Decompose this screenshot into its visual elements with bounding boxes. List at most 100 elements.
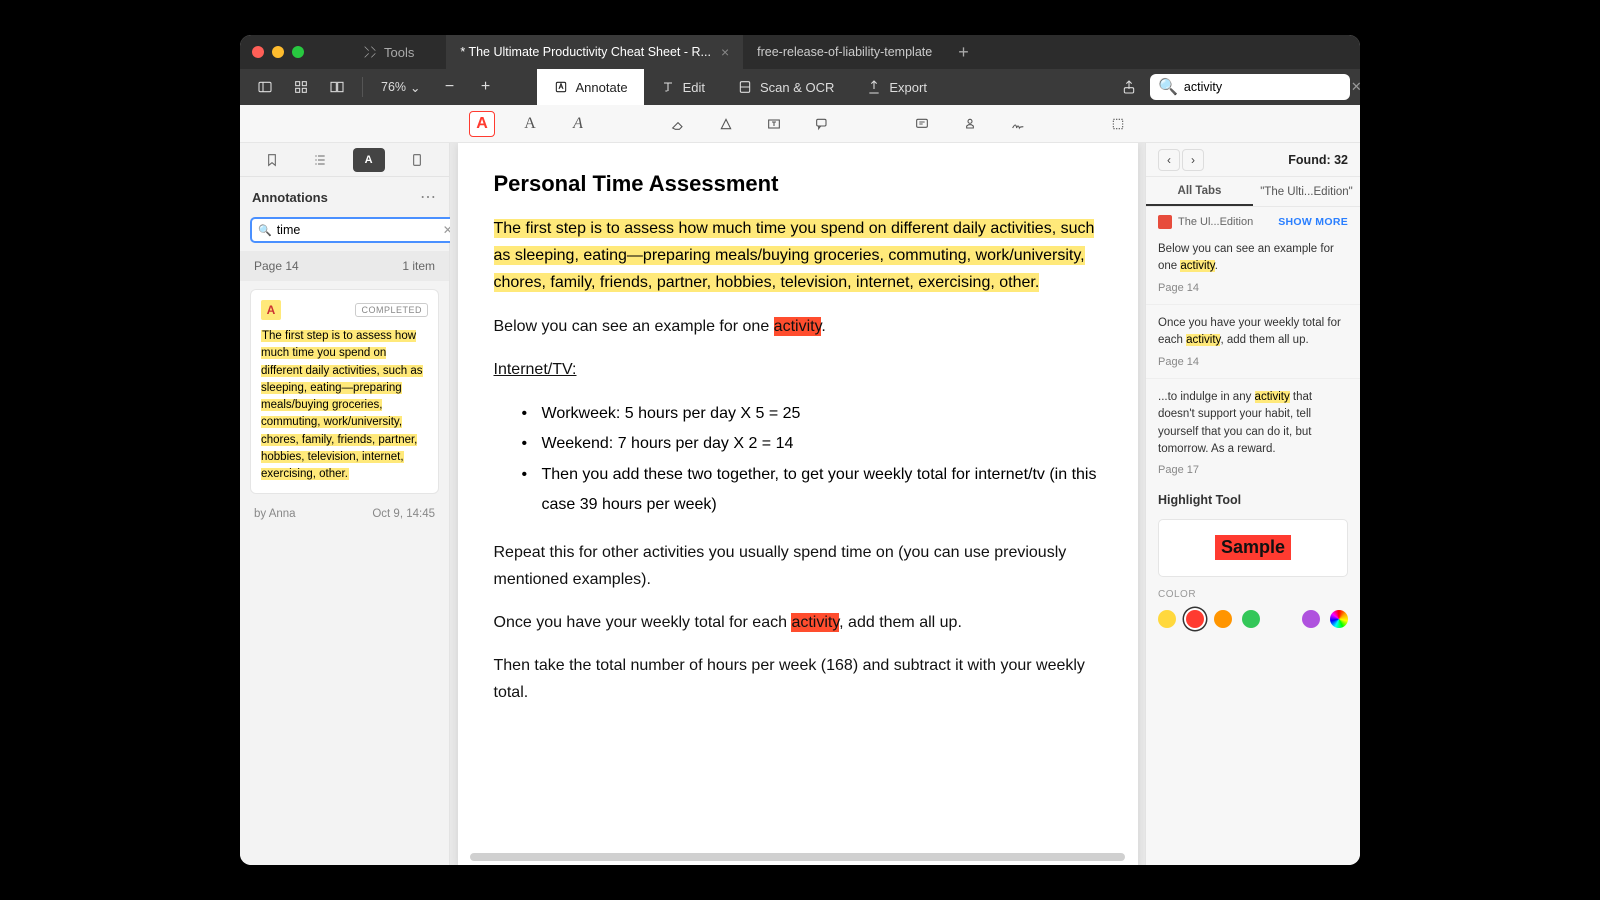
page-label: Page 14 xyxy=(254,259,299,273)
close-window-button[interactable] xyxy=(252,46,264,58)
annotations-title: Annotations xyxy=(252,190,328,205)
strikethrough-tool-button[interactable]: A xyxy=(565,111,591,137)
mode-edit[interactable]: Edit xyxy=(644,69,721,105)
annotation-excerpt: The first step is to assess how much tim… xyxy=(261,328,428,483)
color-swatch-purple[interactable] xyxy=(1302,610,1320,628)
annotation-toolbar: A A A xyxy=(240,105,1360,143)
tab-inactive[interactable]: free-release-of-liability-template xyxy=(743,35,946,69)
search-result[interactable]: ...to indulge in any activity that doesn… xyxy=(1146,383,1360,483)
tab-all-tabs[interactable]: All Tabs xyxy=(1146,177,1253,206)
annotate-icon xyxy=(553,79,569,95)
annotations-search[interactable]: 🔍 ✕ xyxy=(250,217,461,243)
outline-tab[interactable] xyxy=(304,148,336,172)
highlight-preview: Sample xyxy=(1158,519,1348,577)
share-button[interactable] xyxy=(1114,74,1144,100)
paragraph: The first step is to assess how much tim… xyxy=(494,215,1102,297)
pdf-icon xyxy=(1158,215,1172,229)
search-icon: 🔍 xyxy=(258,224,272,237)
color-picker-button[interactable] xyxy=(1330,610,1348,628)
signature-tool-button[interactable] xyxy=(1005,111,1031,137)
color-label: COLOR xyxy=(1146,587,1360,602)
mode-label: Scan & OCR xyxy=(760,80,834,95)
clear-search-icon[interactable]: ✕ xyxy=(1351,79,1360,95)
zoom-value: 76% xyxy=(381,80,406,94)
annotations-panel: A Annotations ⋯ 🔍 ✕ Page 14 1 item xyxy=(240,143,450,865)
global-search[interactable]: 🔍 ✕ xyxy=(1150,74,1350,100)
mode-label: Edit xyxy=(683,80,705,95)
annotations-search-input[interactable] xyxy=(277,223,438,237)
status-badge: COMPLETED xyxy=(355,303,428,317)
annotation-card[interactable]: A COMPLETED The first step is to assess … xyxy=(250,289,439,494)
note-tool-button[interactable] xyxy=(909,111,935,137)
highlight-tool-heading: Highlight Tool xyxy=(1146,483,1360,513)
textbox-tool-button[interactable] xyxy=(761,111,787,137)
prev-result-button[interactable]: ‹ xyxy=(1158,149,1180,171)
color-swatch-yellow[interactable] xyxy=(1158,610,1176,628)
annotation-date: Oct 9, 14:45 xyxy=(372,508,435,520)
subheading: Internet/TV: xyxy=(494,356,1102,383)
sidebar-toggle-button[interactable] xyxy=(250,74,280,100)
document-viewport[interactable]: Personal Time Assessment The first step … xyxy=(450,143,1145,865)
color-swatch-orange[interactable] xyxy=(1214,610,1232,628)
horizontal-scrollbar[interactable] xyxy=(470,853,1125,861)
titlebar: Tools * The Ultimate Productivity Cheat … xyxy=(240,35,1360,69)
result-page: Page 14 xyxy=(1158,354,1348,371)
underline-tool-button[interactable]: A xyxy=(517,111,543,137)
paragraph: Repeat this for other activities you usu… xyxy=(494,539,1102,593)
results-nav: ‹ › Found: 32 xyxy=(1146,143,1360,177)
tab-label: * The Ultimate Productivity Cheat Sheet … xyxy=(460,45,711,59)
mode-label: Annotate xyxy=(576,80,628,95)
mode-label: Export xyxy=(889,80,927,95)
result-page: Page 14 xyxy=(1158,280,1348,297)
export-icon xyxy=(866,79,882,95)
minimize-window-button[interactable] xyxy=(272,46,284,58)
search-result[interactable]: Once you have your weekly total for each… xyxy=(1146,309,1360,374)
eraser-tool-button[interactable] xyxy=(665,111,691,137)
stamp-tool-button[interactable] xyxy=(957,111,983,137)
select-tool-button[interactable] xyxy=(1105,111,1131,137)
thumbnails-tab[interactable] xyxy=(401,148,433,172)
list-item: Weekend: 7 hours per day X 2 = 14 xyxy=(522,429,1102,459)
maximize-window-button[interactable] xyxy=(292,46,304,58)
window-controls xyxy=(252,46,304,58)
app-window: Tools * The Ultimate Productivity Cheat … xyxy=(240,35,1360,865)
split-view-button[interactable] xyxy=(322,74,352,100)
tab-active[interactable]: * The Ultimate Productivity Cheat Sheet … xyxy=(446,35,743,69)
highlight-tool-button[interactable]: A xyxy=(469,111,495,137)
search-icon: 🔍 xyxy=(1158,77,1178,97)
search-result[interactable]: Below you can see an example for one act… xyxy=(1146,235,1360,300)
zoom-in-button[interactable]: + xyxy=(471,74,501,100)
color-swatch-red[interactable] xyxy=(1186,610,1204,628)
mode-export[interactable]: Export xyxy=(850,69,943,105)
annotations-search-row: 🔍 ✕ xyxy=(250,217,439,243)
annotations-header: Annotations ⋯ xyxy=(240,177,449,213)
page-group-header[interactable]: Page 14 1 item xyxy=(240,251,449,281)
highlight-badge-icon: A xyxy=(261,300,281,320)
tools-menu[interactable]: Tools xyxy=(362,44,414,60)
annotations-tab[interactable]: A xyxy=(353,148,385,172)
global-search-input[interactable] xyxy=(1184,80,1345,94)
zoom-dropdown[interactable]: 76%⌄ xyxy=(373,80,429,95)
color-swatch-green[interactable] xyxy=(1242,610,1260,628)
search-results-panel: ‹ › Found: 32 All Tabs "The Ulti...Editi… xyxy=(1145,143,1360,865)
tab-label: free-release-of-liability-template xyxy=(757,45,932,59)
edit-icon xyxy=(660,79,676,95)
list-item: Workweek: 5 hours per day X 5 = 25 xyxy=(522,399,1102,429)
zoom-out-button[interactable]: − xyxy=(435,74,465,100)
mode-scan[interactable]: Scan & OCR xyxy=(721,69,850,105)
callout-tool-button[interactable] xyxy=(809,111,835,137)
show-more-button[interactable]: SHOW MORE xyxy=(1278,216,1348,228)
tools-label: Tools xyxy=(384,45,414,60)
annotations-menu-button[interactable]: ⋯ xyxy=(420,187,437,207)
result-page: Page 17 xyxy=(1158,462,1348,479)
next-result-button[interactable]: › xyxy=(1182,149,1204,171)
document-page: Personal Time Assessment The first step … xyxy=(458,143,1138,865)
shape-tool-button[interactable] xyxy=(713,111,739,137)
close-tab-icon[interactable]: × xyxy=(721,44,729,60)
list-item: Then you add these two together, to get … xyxy=(522,460,1102,521)
mode-annotate[interactable]: Annotate xyxy=(537,69,644,105)
tab-this-doc[interactable]: "The Ulti...Edition" xyxy=(1253,177,1360,206)
bookmarks-tab[interactable] xyxy=(256,148,288,172)
grid-view-button[interactable] xyxy=(286,74,316,100)
add-tab-button[interactable]: + xyxy=(946,35,981,69)
